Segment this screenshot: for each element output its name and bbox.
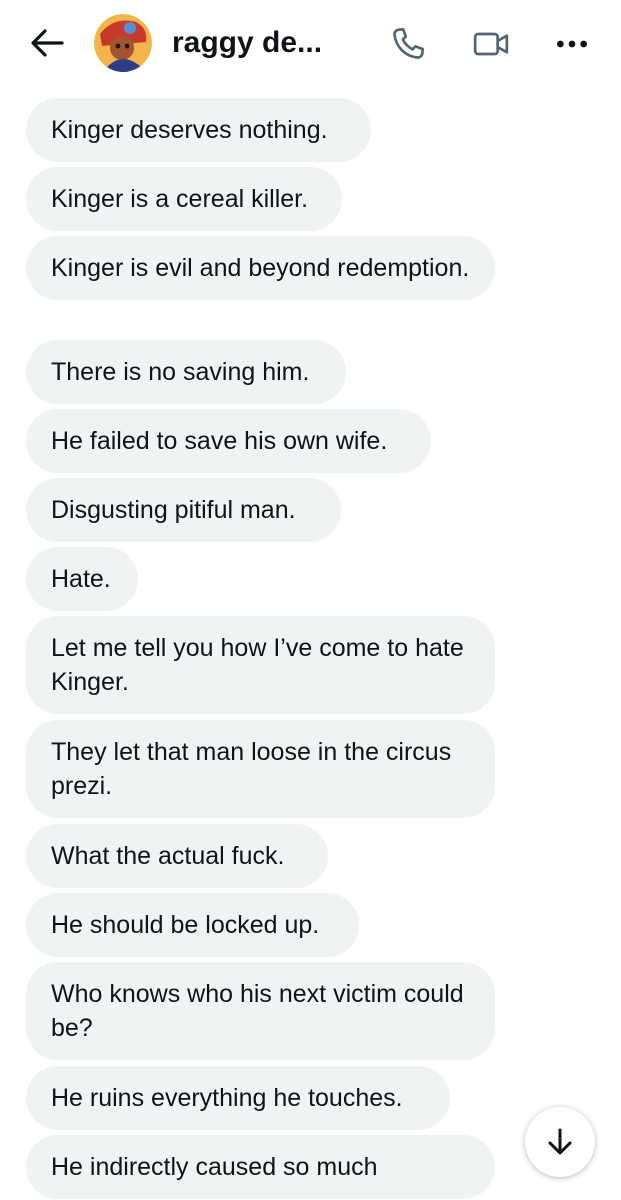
- message-bubble[interactable]: Kinger deserves nothing.: [26, 98, 371, 162]
- call-button[interactable]: [386, 22, 430, 66]
- video-call-button[interactable]: [469, 22, 513, 66]
- message-bubble[interactable]: He indirectly caused so much: [26, 1135, 495, 1199]
- avatar[interactable]: [94, 14, 152, 72]
- more-options-button[interactable]: [550, 22, 594, 66]
- message-bubble[interactable]: He failed to save his own wife.: [26, 409, 431, 473]
- message-bubble[interactable]: Hate.: [26, 547, 138, 611]
- more-horizontal-icon: [557, 40, 587, 48]
- back-button[interactable]: [26, 22, 68, 64]
- arrow-down-icon: [548, 1128, 572, 1155]
- scroll-to-bottom-button[interactable]: [525, 1107, 595, 1177]
- video-camera-icon: [473, 32, 509, 56]
- message-bubble[interactable]: What the actual fuck.: [26, 824, 328, 888]
- arrow-left-icon: [31, 29, 64, 57]
- message-bubble[interactable]: Let me tell you how I’ve come to hate Ki…: [26, 616, 495, 714]
- conversation-title[interactable]: raggy de...: [172, 25, 322, 61]
- message-bubble[interactable]: There is no saving him.: [26, 340, 346, 404]
- phone-icon: [393, 28, 424, 59]
- message-bubble[interactable]: Kinger is evil and beyond redemption.: [26, 236, 495, 300]
- message-bubble[interactable]: Kinger is a cereal killer.: [26, 167, 342, 231]
- message-bubble[interactable]: Who knows who his next victim could be?: [26, 962, 495, 1060]
- message-bubble[interactable]: He ruins everything he touches.: [26, 1066, 450, 1130]
- message-bubble[interactable]: He should be locked up.: [26, 893, 359, 957]
- message-bubble[interactable]: Disgusting pitiful man.: [26, 478, 341, 542]
- message-list[interactable]: Kinger deserves nothing. Kinger is a cer…: [0, 96, 621, 1200]
- message-bubble[interactable]: They let that man loose in the circus pr…: [26, 720, 495, 818]
- conversation-header: raggy de...: [0, 0, 621, 88]
